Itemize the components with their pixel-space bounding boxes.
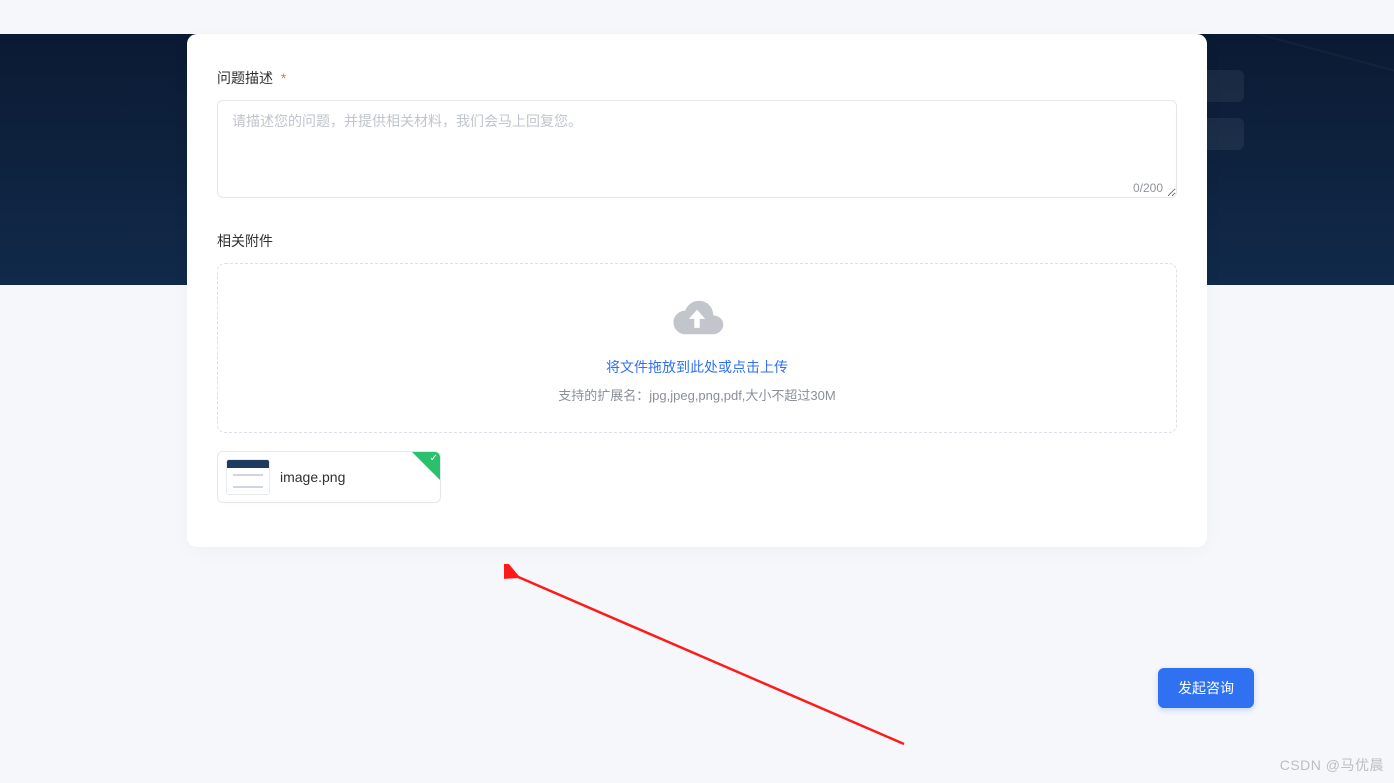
annotation-arrow <box>504 564 924 754</box>
file-name: image.png <box>280 469 345 485</box>
required-mark: * <box>281 70 286 86</box>
watermark: CSDN @马优晨 <box>1280 755 1384 775</box>
upload-link-text: 将文件拖放到此处或点击上传 <box>606 357 788 377</box>
description-textarea[interactable] <box>217 100 1177 198</box>
check-icon: ✓ <box>430 454 438 464</box>
upload-cloud-icon <box>668 293 726 341</box>
submit-button[interactable]: 发起咨询 <box>1158 668 1254 708</box>
upload-tip-text: 支持的扩展名：jpg,jpeg,png,pdf,大小不超过30M <box>558 385 835 404</box>
form-card: 问题描述 * 0/200 相关附件 将文件拖放到此处或点击上传 支持的扩展名：j… <box>187 34 1207 547</box>
char-count: 0/200 <box>1133 181 1163 195</box>
description-label-text: 问题描述 <box>217 70 273 86</box>
description-label: 问题描述 * <box>217 68 1177 88</box>
uploaded-file-chip[interactable]: image.png ✓ <box>217 451 441 503</box>
upload-dropzone[interactable]: 将文件拖放到此处或点击上传 支持的扩展名：jpg,jpeg,png,pdf,大小… <box>217 263 1177 433</box>
file-thumbnail <box>226 459 270 495</box>
attachment-label: 相关附件 <box>217 231 1177 251</box>
